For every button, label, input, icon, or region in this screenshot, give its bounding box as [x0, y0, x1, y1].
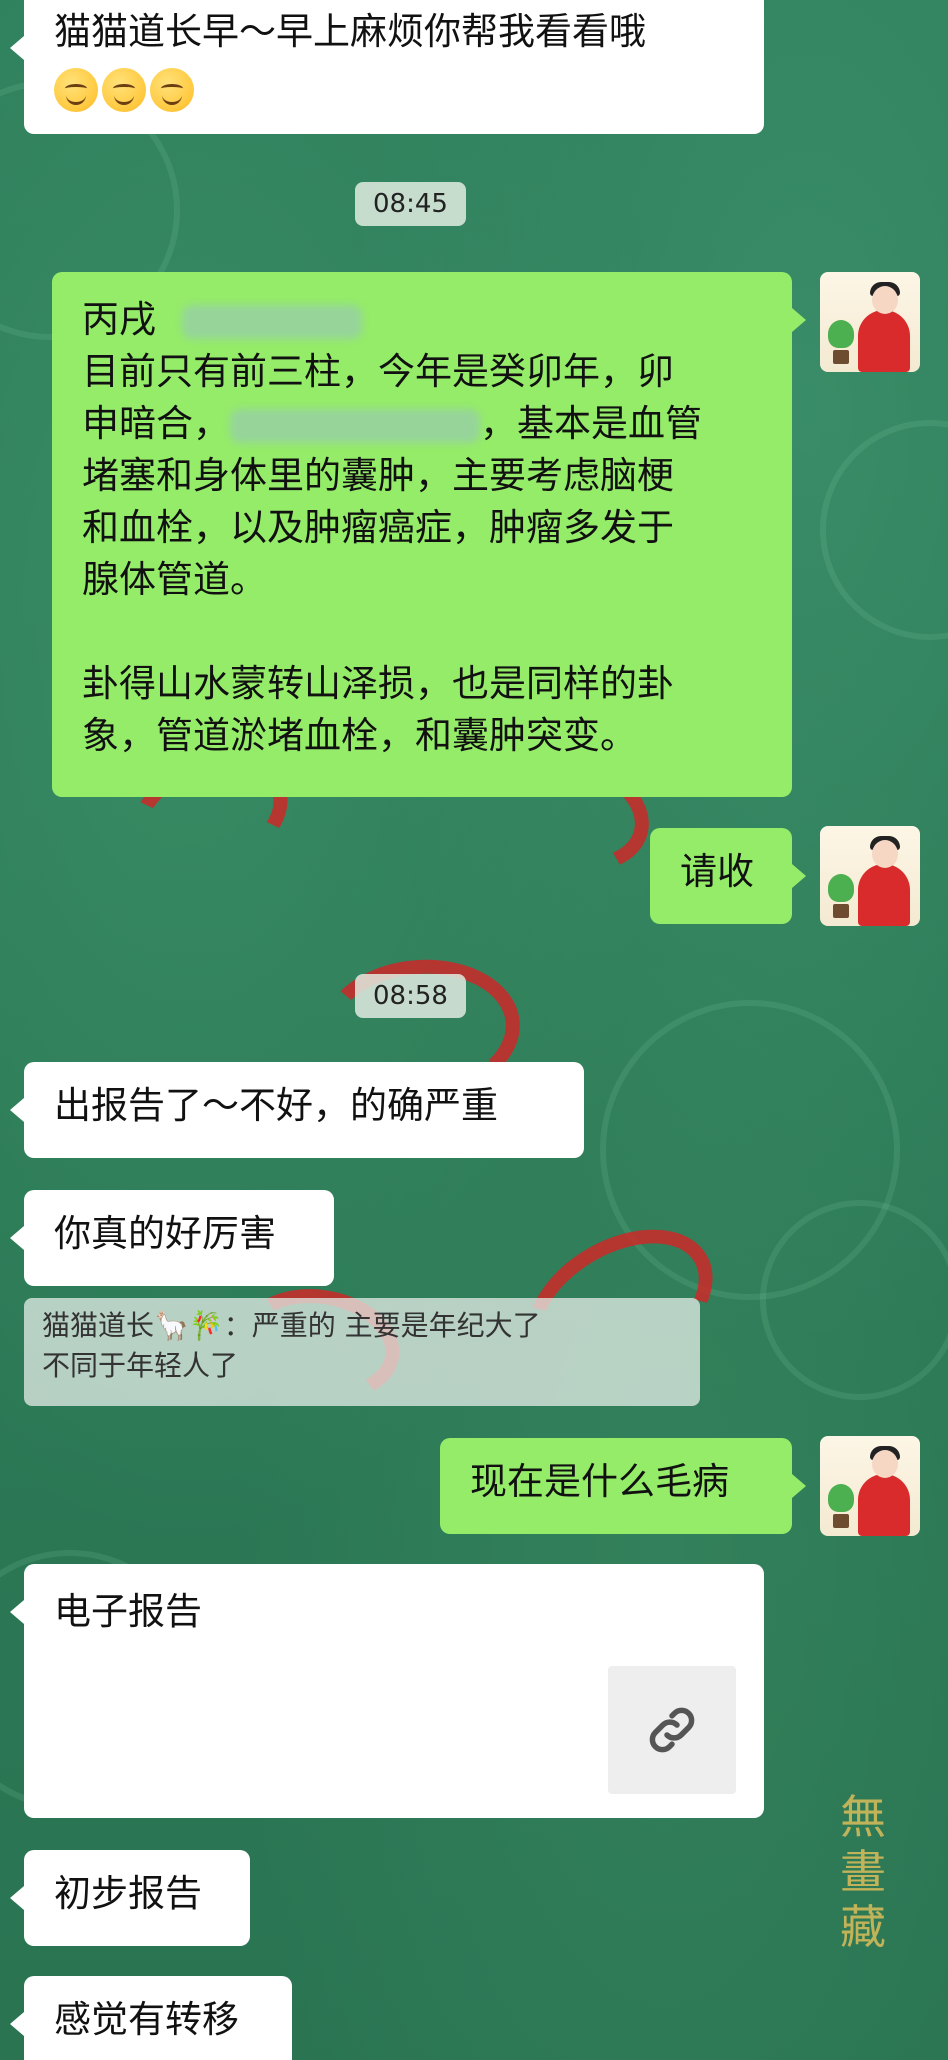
timestamp: 08:45 [355, 182, 466, 226]
quoted-reply[interactable]: 猫猫道长🦙🎋：严重的 主要是年纪大了 不同于年轻人了 [24, 1298, 700, 1406]
message-left-preliminary[interactable]: 初步报告 [10, 1850, 250, 1946]
message-text: 目前只有前三柱，今年是癸卯年，卯 [82, 350, 674, 393]
message-text: 感觉有转移 [54, 1998, 239, 2041]
smiling-face-icon [102, 67, 146, 112]
message-text: 请收 [680, 850, 754, 893]
link-icon [649, 1707, 695, 1753]
message-text: 现在是什么毛病 [470, 1460, 729, 1503]
smiling-face-icon [54, 67, 98, 112]
message-text: 猫猫道长早～早上麻烦你帮我看看哦 [54, 10, 646, 53]
message-left-metastasis[interactable]: 感觉有转移 [10, 1976, 292, 2060]
message-left-report-out[interactable]: 出报告了～不好，的确严重 [10, 1062, 584, 1158]
smiling-face-icon [150, 67, 194, 112]
message-text: 象，管道淤堵血栓，和囊肿突变。 [82, 714, 637, 757]
message-text: 丙戌 [82, 298, 156, 341]
link-card-title: 电子报告 [54, 1590, 202, 1633]
message-text: 你真的好厉害 [54, 1212, 276, 1255]
message-left-link-card[interactable]: 电子报告 [10, 1564, 764, 1818]
quote-text: 猫猫道长🦙🎋：严重的 主要是年纪大了 [42, 1309, 541, 1342]
message-text: 初步报告 [54, 1872, 202, 1915]
message-left-greeting[interactable]: 猫猫道长早～早上麻烦你帮我看看哦 [10, 0, 764, 134]
message-text: 出报告了～不好，的确严重 [54, 1084, 498, 1127]
plant-icon [828, 874, 854, 918]
message-right-question[interactable]: 现在是什么毛病 [440, 1438, 806, 1534]
message-text: 卦得山水蒙转山泽损，也是同样的卦 [82, 662, 674, 705]
message-text: 腺体管道。 [82, 558, 267, 601]
message-text: 堵塞和身体里的囊肿，主要考虑脑梗 [82, 454, 674, 497]
plant-icon [828, 320, 854, 364]
message-text: 申暗合， [82, 402, 230, 445]
avatar[interactable] [820, 272, 920, 372]
message-right-please-receive[interactable]: 请收 [650, 828, 806, 924]
message-left-praise[interactable]: 你真的好厉害 [10, 1190, 334, 1286]
redacted-text [230, 408, 480, 443]
message-line: 申暗合， ，基本是血管 [82, 398, 762, 450]
quote-text: 不同于年轻人了 [42, 1349, 239, 1382]
redacted-text [181, 304, 362, 339]
message-text: 和血栓，以及肿瘤癌症，肿瘤多发于 [82, 506, 674, 549]
avatar[interactable] [820, 1436, 920, 1536]
message-line: 丙戌 [82, 294, 762, 346]
link-thumbnail[interactable] [608, 1666, 736, 1794]
message-right-analysis[interactable]: 丙戌 目前只有前三柱，今年是癸卯年，卯 申暗合， ，基本是血管 堵塞和身体里的囊肿… [52, 272, 806, 797]
decorative-seal: 無畫藏 [840, 1790, 886, 1955]
message-text: ，基本是血管 [480, 402, 702, 445]
timestamp: 08:58 [355, 974, 466, 1018]
plant-icon [828, 1484, 854, 1528]
avatar[interactable] [820, 826, 920, 926]
emoji-row [54, 62, 734, 114]
